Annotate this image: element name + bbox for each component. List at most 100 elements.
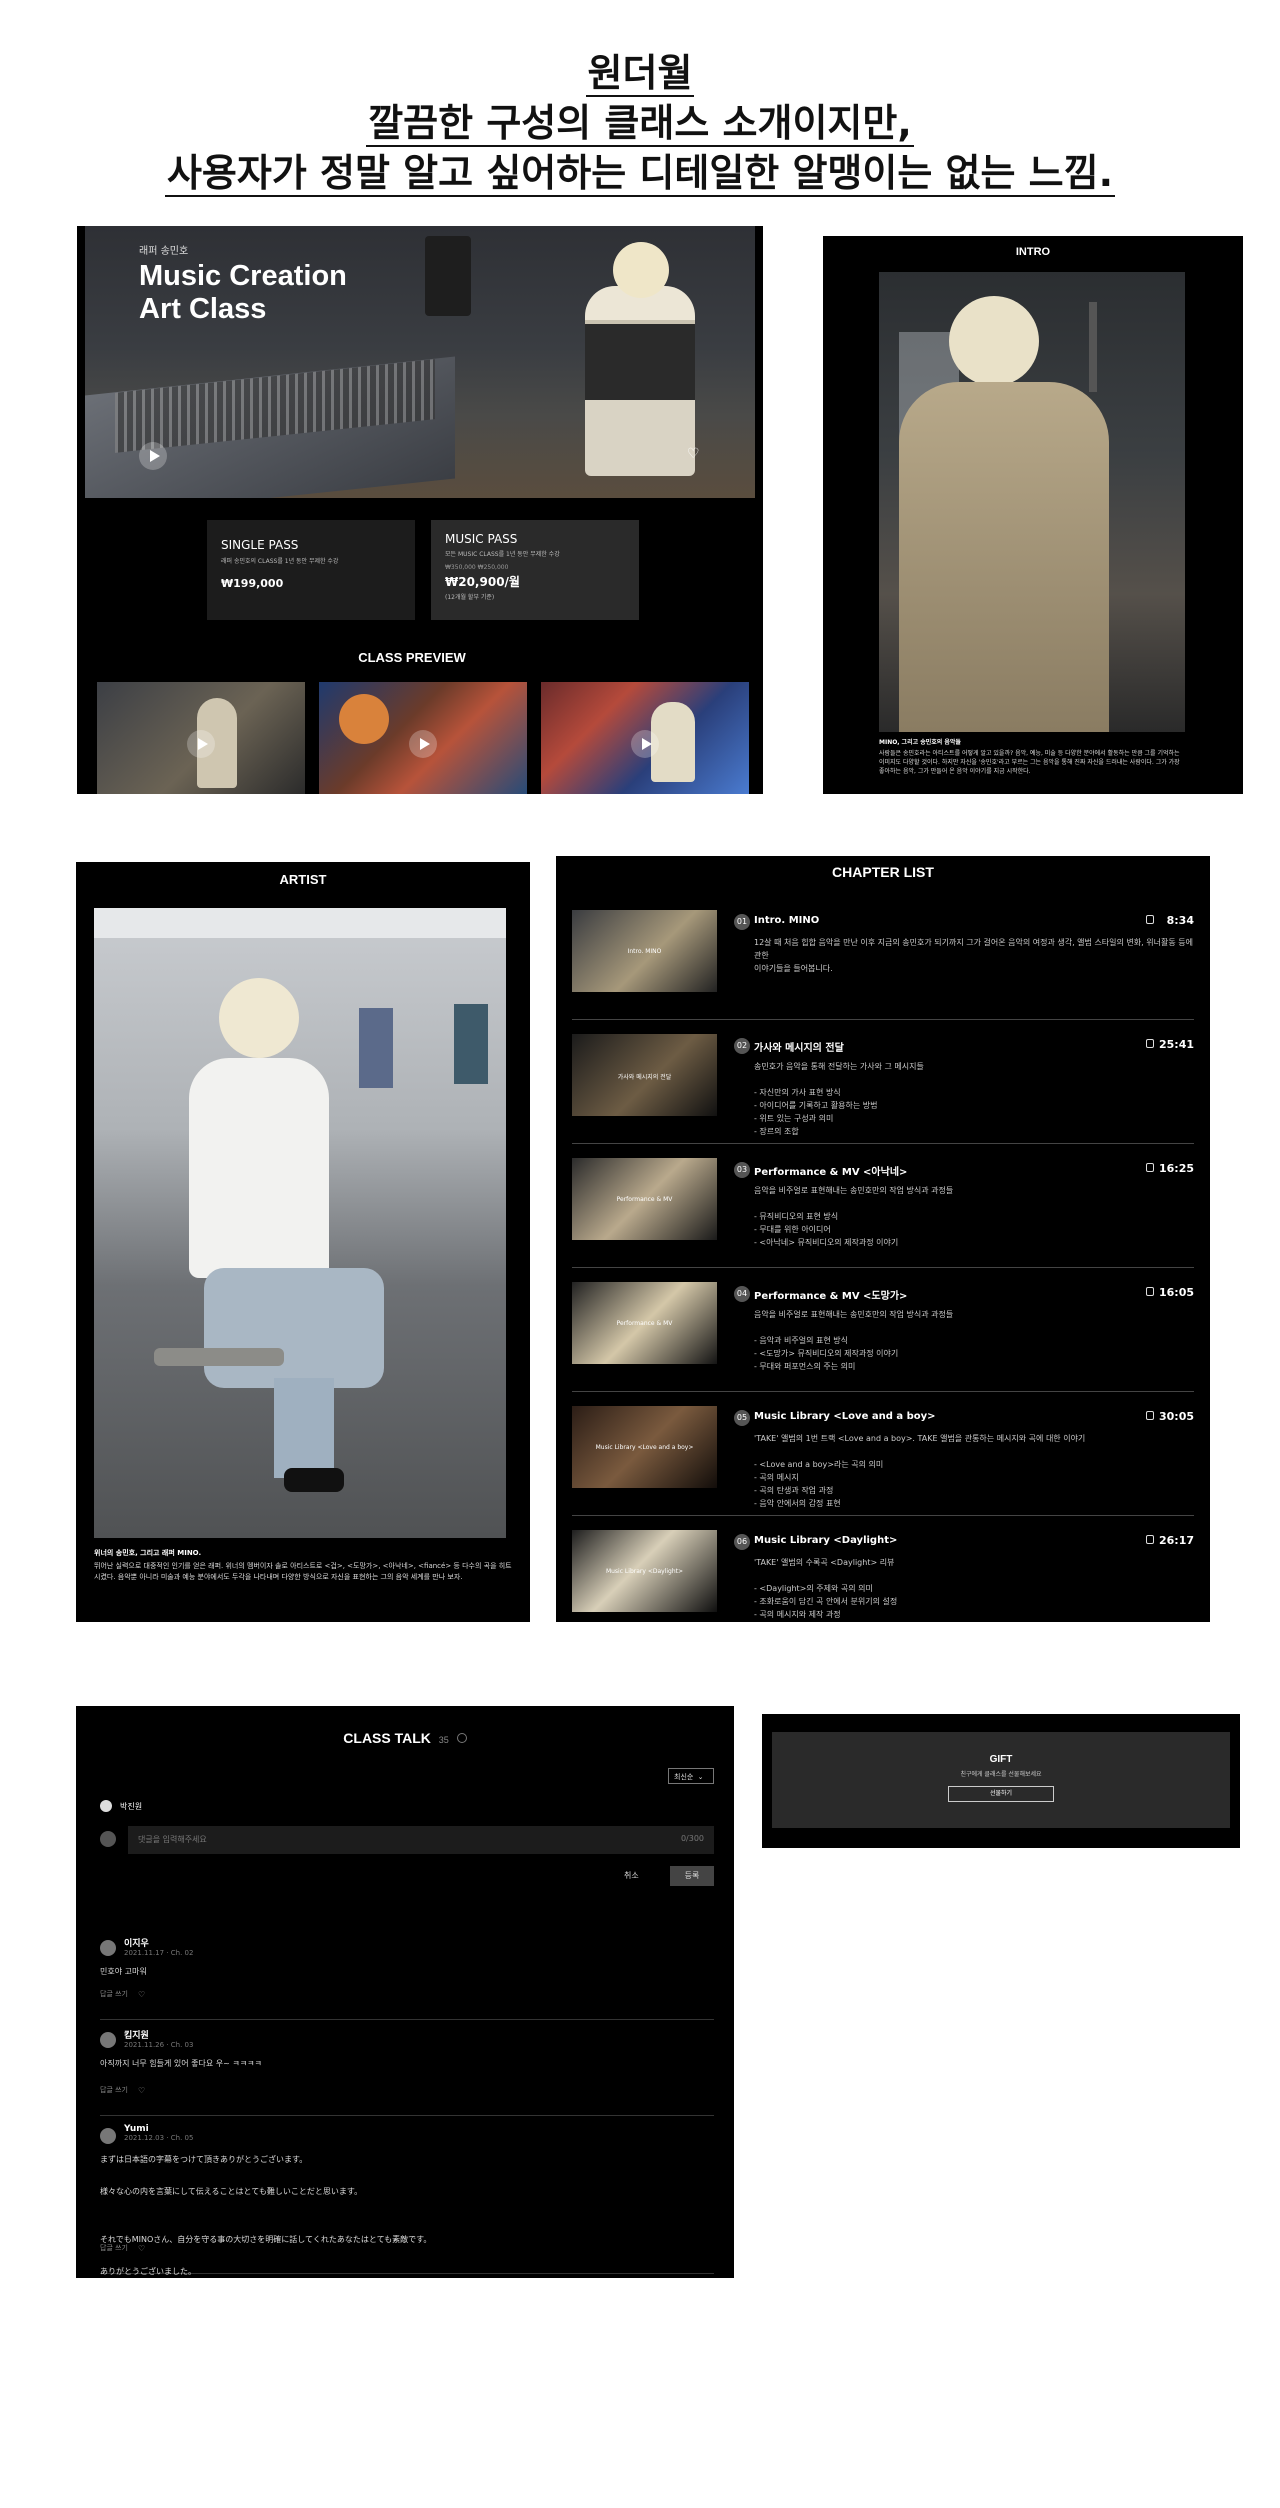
comment-item: Yumi 2021.12.03 · Ch. 05 まずは日本語の字幕をつけて頂き… [100, 2124, 714, 2276]
like-icon[interactable]: ♡ [138, 1990, 145, 1999]
single-pass-card[interactable]: SINGLE PASS 래퍼 송민호의 CLASS를 1년 동안 무제한 수강 … [207, 520, 415, 620]
pass-strike-price: ₩350,000 ₩250,000 [445, 564, 509, 571]
chapter-number: 04 [734, 1286, 750, 1302]
chapter-row[interactable]: Intro. MINO 01 Intro. MINO 8:34 12살 때 처음… [572, 902, 1194, 1020]
lock-icon [1146, 1535, 1154, 1544]
chapter-thumb-label: Performance & MV [616, 1320, 673, 1327]
sort-dropdown[interactable]: 최신순 ⌄ [668, 1768, 714, 1784]
chapter-thumbnail[interactable]: Music Library <Daylight> [572, 1530, 717, 1612]
comment-text: 민호야 고마워 [100, 1967, 147, 1976]
pass-name: MUSIC PASS [445, 532, 518, 546]
preview-play-button[interactable] [409, 730, 437, 758]
lock-icon [1146, 1411, 1154, 1420]
chapter-list-section: CHAPTER LIST Intro. MINO 01 Intro. MINO … [556, 856, 1210, 1622]
comment-input[interactable]: 댓글을 입력해주세요 0/300 [128, 1826, 714, 1854]
gift-desc: 친구에게 클래스를 선물해보세요 [960, 1771, 1042, 1778]
chapter-description: 'TAKE' 앨범의 수록곡 <Daylight> 리뷰 - <Daylight… [754, 1558, 898, 1619]
chapter-title: Music Library <Daylight> [754, 1535, 898, 1546]
artist-title: ARTIST [279, 872, 327, 887]
chapter-row[interactable]: Music Library <Love and a boy> 05 Music … [572, 1398, 1194, 1516]
chapter-description: 음악을 비주얼로 표현해내는 송민호만의 작업 방식과 과정들 - 뮤직비디오의… [754, 1186, 954, 1247]
commenter-name: 킴지원 [124, 2031, 149, 2041]
chapter-title: 가사와 메시지의 전달 [754, 1043, 844, 1054]
lock-icon [1146, 1287, 1154, 1296]
char-counter: 0/300 [680, 1834, 704, 1843]
preview-play-button[interactable] [187, 730, 215, 758]
gift-card: GIFT 친구에게 클래스를 선물해보세요 선물하기 [772, 1732, 1230, 1828]
chapter-thumbnail[interactable]: Music Library <Love and a boy> [572, 1406, 717, 1488]
hero-eyebrow: 래퍼 송민호 [139, 246, 189, 257]
class-talk-header: CLASS TALK 35 [76, 1730, 734, 1746]
submit-button[interactable]: 등록 [670, 1866, 714, 1886]
gift-title: GIFT [989, 1754, 1013, 1765]
gift-button[interactable]: 선물하기 [948, 1786, 1054, 1802]
pass-note: (12개월 할부 기준) [445, 594, 495, 601]
chapter-description: 'TAKE' 앨범의 1번 트랙 <Love and a boy>. TAKE … [754, 1434, 1086, 1508]
preview-thumb-2[interactable] [319, 682, 527, 794]
chapter-row[interactable]: 가사와 메시지의 전달 02 가사와 메시지의 전달 25:41 송민호가 음악… [572, 1026, 1194, 1144]
heart-icon[interactable]: ♡ [687, 446, 700, 462]
hero-title: Music Creation Art Class [139, 260, 347, 325]
chapter-duration: 16:05 [1158, 1286, 1194, 1299]
comment-text: 아직까지 너무 힘들게 있어 좋다요 우~ ㅋㅋㅋㅋ [100, 2059, 262, 2068]
lock-icon [1146, 1039, 1154, 1048]
chapter-list-title: CHAPTER LIST [832, 864, 934, 880]
comment-date: 2021.12.03 · Ch. 05 [124, 2134, 194, 2142]
chapter-row[interactable]: Performance & MV 03 Performance & MV <아낙… [572, 1150, 1194, 1268]
chapter-row[interactable]: Music Library <Daylight> 06 Music Librar… [572, 1522, 1194, 1622]
chapter-thumb-label: Intro. MINO [627, 948, 662, 955]
chapter-title: Performance & MV <도망가> [754, 1291, 908, 1302]
intro-title: INTRO [1015, 246, 1051, 258]
chapter-duration: 16:25 [1158, 1162, 1194, 1175]
chapter-thumb-label: Performance & MV [616, 1196, 673, 1203]
preview-play-button[interactable] [631, 730, 659, 758]
class-talk-section: CLASS TALK 35 최신순 ⌄ 박진원 댓글을 입력해주세요 0/300… [76, 1706, 734, 2278]
heading-line-2: 깔끔한 구성의 클래스 소개이지만, [366, 101, 914, 147]
chapter-number: 03 [734, 1162, 750, 1178]
music-pass-card[interactable]: MUSIC PASS 모든 MUSIC CLASS를 1년 동안 무제한 수강 … [431, 520, 639, 620]
cancel-button[interactable]: 취소 [624, 1870, 639, 1881]
reply-link[interactable]: 답글 쓰기 [100, 2243, 128, 2253]
chapter-thumbnail[interactable]: 가사와 메시지의 전달 [572, 1034, 717, 1116]
like-icon[interactable]: ♡ [138, 2086, 145, 2095]
comment-item: 킴지원 2021.11.26 · Ch. 03 아직까지 너무 힘들게 있어 좋… [100, 2028, 714, 2116]
commenter-avatar [100, 2128, 116, 2144]
class-preview-title: CLASS PREVIEW [358, 650, 466, 665]
chapter-number: 06 [734, 1534, 750, 1550]
commenter-avatar [100, 1940, 116, 1956]
comment-date: 2021.11.26 · Ch. 03 [124, 2041, 194, 2049]
hero-play-button[interactable] [139, 442, 167, 470]
heading-line-1: 원더월 [585, 51, 695, 97]
intro-section: INTRO MINO, 그리고 송민호의 음악들 사람들은 송민호라는 아티스트… [823, 236, 1243, 794]
comment-date: 2021.11.17 · Ch. 02 [124, 1949, 194, 1957]
chapter-thumbnail[interactable]: Intro. MINO [572, 910, 717, 992]
comment-text: まずは日本語の字幕をつけて頂きありがとうございます。 様々な心の内を言葉にして伝… [100, 2155, 432, 2276]
gift-section: GIFT 친구에게 클래스를 선물해보세요 선물하기 [762, 1714, 1240, 1848]
pass-price: ₩20,900/월 [445, 575, 520, 589]
comment-item: 이지우 2021.11.17 · Ch. 02 민호야 고마워 답글 쓰기 ♡ [100, 1936, 714, 2020]
chapter-thumbnail[interactable]: Performance & MV [572, 1282, 717, 1364]
comment-avatar-icon [100, 1831, 116, 1847]
reply-link[interactable]: 답글 쓰기 [100, 1989, 128, 1999]
artist-image [94, 908, 506, 1538]
preview-thumb-1[interactable] [97, 682, 305, 794]
reply-link[interactable]: 답글 쓰기 [100, 2085, 128, 2095]
chapter-description: 음악을 비주얼로 표현해내는 송민호만의 작업 방식과 과정들 - 음악과 비주… [754, 1310, 954, 1371]
chevron-down-icon: ⌄ [697, 1773, 704, 1781]
chapter-thumbnail[interactable]: Performance & MV [572, 1158, 717, 1240]
chapter-description: 송민호가 음악을 통해 전달하는 가사와 그 메시지들 - 자신만의 가사 표현… [754, 1062, 924, 1136]
info-icon [456, 1733, 467, 1743]
chapter-title: Music Library <Love and a boy> [754, 1411, 936, 1422]
pass-desc: 래퍼 송민호의 CLASS를 1년 동안 무제한 수강 [221, 558, 339, 565]
chapter-number: 01 [734, 914, 750, 930]
chapter-row[interactable]: Performance & MV 04 Performance & MV <도망… [572, 1274, 1194, 1392]
chapter-title: Intro. MINO [754, 915, 820, 926]
chapter-duration: 25:41 [1158, 1038, 1194, 1051]
hero-section: 래퍼 송민호 Music Creation Art Class ♡ SINGLE… [77, 226, 763, 794]
commenter-name: Yumi [124, 2124, 149, 2134]
lock-icon [1146, 915, 1154, 924]
preview-thumb-3[interactable] [541, 682, 749, 794]
page-heading: 원더월 깔끔한 구성의 클래스 소개이지만, 사용자가 정말 알고 싶어하는 디… [0, 48, 1280, 198]
like-icon[interactable]: ♡ [138, 2244, 145, 2253]
current-user: 박진원 [100, 1800, 142, 1812]
